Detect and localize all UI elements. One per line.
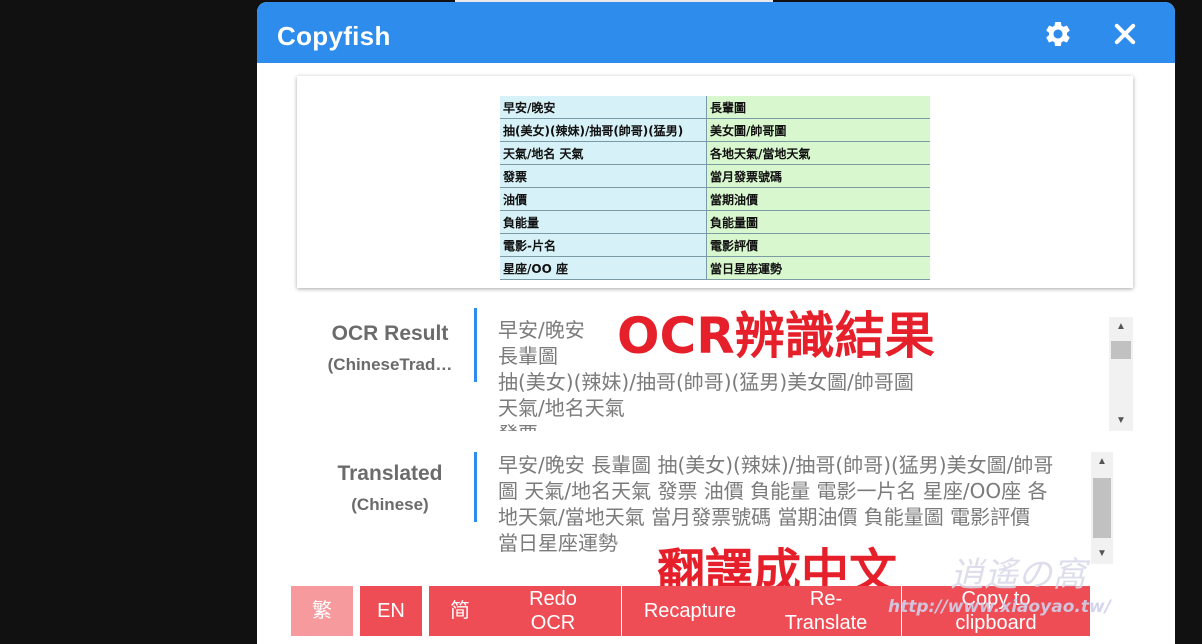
preview-cell: 電影-片名 bbox=[500, 233, 707, 257]
text-line: 早安/晚安 長輩圖 抽(美女)(辣妹)/抽哥(帥哥)(猛男)美女圖/帥哥 bbox=[498, 453, 1054, 477]
translated-scrollbar[interactable]: ▲ ▼ bbox=[1091, 452, 1113, 564]
preview-cell: 天氣/地名 天氣 bbox=[500, 141, 707, 165]
gear-icon[interactable] bbox=[1043, 19, 1073, 49]
ocr-scrollbar[interactable]: ▲ ▼ bbox=[1109, 317, 1133, 431]
text-line: 地天氣/當地天氣 當月發票號碼 當期油價 負能量圖 電影評價 bbox=[498, 505, 1031, 529]
preview-cell: 當期油價 bbox=[706, 187, 930, 211]
preview-row: 抽(美女)(辣妹)/抽哥(帥哥)(猛男) 美女圖/帥哥圖 bbox=[500, 118, 930, 142]
translated-label: Translated bbox=[337, 462, 443, 485]
preview-cell: 發票 bbox=[500, 164, 707, 188]
english-button[interactable]: EN bbox=[360, 586, 422, 636]
preview-cell: 星座/OO 座 bbox=[500, 256, 707, 280]
preview-cell: 負能量圖 bbox=[706, 210, 930, 234]
preview-row: 油價 當期油價 bbox=[500, 187, 930, 211]
preview-row: 早安/晚安 長輩圖 bbox=[500, 96, 930, 119]
preview-cell: 當日星座運勢 bbox=[706, 256, 930, 280]
preview-row: 發票 當月發票號碼 bbox=[500, 164, 930, 188]
scroll-thumb[interactable] bbox=[1093, 478, 1111, 538]
translated-divider bbox=[474, 452, 477, 522]
preview-row: 電影-片名 電影評價 bbox=[500, 233, 930, 257]
preview-cell: 抽(美女)(辣妹)/抽哥(帥哥)(猛男) bbox=[500, 118, 707, 142]
text-line: 天氣/地名天氣 bbox=[498, 396, 625, 420]
ocr-divider bbox=[474, 308, 477, 382]
traditional-chinese-button[interactable]: 繁 bbox=[291, 586, 353, 636]
scroll-up-icon[interactable]: ▲ bbox=[1091, 454, 1113, 470]
simplified-chinese-button[interactable]: 简 bbox=[429, 586, 491, 636]
scroll-up-icon[interactable]: ▲ bbox=[1109, 319, 1133, 335]
retranslate-button[interactable]: Re- Translate bbox=[751, 586, 901, 636]
scroll-down-icon[interactable]: ▼ bbox=[1091, 546, 1113, 562]
preview-cell: 當月發票號碼 bbox=[706, 164, 930, 188]
preview-row: 星座/OO 座當日星座運勢 bbox=[500, 256, 930, 280]
preview-row: 負能量 負能量圖 bbox=[500, 210, 930, 234]
translated-language-label: (Chinese) bbox=[351, 495, 429, 514]
ocr-annotation: OCR辨識結果 bbox=[617, 307, 935, 365]
preview-cell: 電影評價 bbox=[706, 233, 930, 257]
app-title: Copyfish bbox=[277, 21, 391, 51]
captured-table-image: 早安/晚安 長輩圖 抽(美女)(辣妹)/抽哥(帥哥)(猛男) 美女圖/帥哥圖 天氣/地名… bbox=[500, 96, 930, 280]
translated-label-group: Translated (Chinese) bbox=[297, 462, 483, 515]
preview-cell: 各地天氣/當地天氣 bbox=[706, 141, 930, 165]
captured-image-preview: 早安/晚安 長輩圖 抽(美女)(辣妹)/抽哥(帥哥)(猛男) 美女圖/帥哥圖 天氣/地名… bbox=[297, 76, 1133, 288]
ocr-result-label: OCR Result bbox=[331, 322, 449, 345]
scroll-thumb[interactable] bbox=[1111, 341, 1131, 359]
preview-cell: 油價 bbox=[500, 187, 707, 211]
ocr-result-label-group: OCR Result (ChineseTrad… bbox=[297, 322, 483, 375]
text-line: 抽(美女)(辣妹)/抽哥(帥哥)(猛男)美女圖/帥哥圖 bbox=[498, 370, 914, 394]
preview-cell: 長輩圖 bbox=[706, 96, 930, 119]
ocr-language-label: (ChineseTrad… bbox=[327, 355, 453, 374]
preview-cell: 美女圖/帥哥圖 bbox=[706, 118, 930, 142]
preview-cell: 負能量 bbox=[500, 210, 707, 234]
title-bar: Copyfish bbox=[257, 2, 1175, 63]
close-icon[interactable] bbox=[1111, 20, 1139, 48]
preview-cell: 早安/晚安 bbox=[500, 96, 707, 119]
copyfish-dialog: Copyfish 早安/晚安 長輩圖 抽(美女)(辣妹)/抽哥(帥哥)(猛男) 美女圖… bbox=[257, 2, 1175, 644]
redo-ocr-button[interactable]: Redo OCR bbox=[485, 586, 621, 636]
scroll-down-icon[interactable]: ▼ bbox=[1109, 413, 1133, 429]
recapture-button[interactable]: Recapture bbox=[622, 586, 758, 636]
text-line: 發票 bbox=[498, 421, 1108, 431]
preview-row: 天氣/地名 天氣 各地天氣/當地天氣 bbox=[500, 141, 930, 165]
copy-to-clipboard-button[interactable]: Copy to clipboard bbox=[902, 586, 1090, 636]
text-line: 圖 天氣/地名天氣 發票 油價 負能量 電影一片名 星座/OO座 各 bbox=[498, 479, 1048, 503]
